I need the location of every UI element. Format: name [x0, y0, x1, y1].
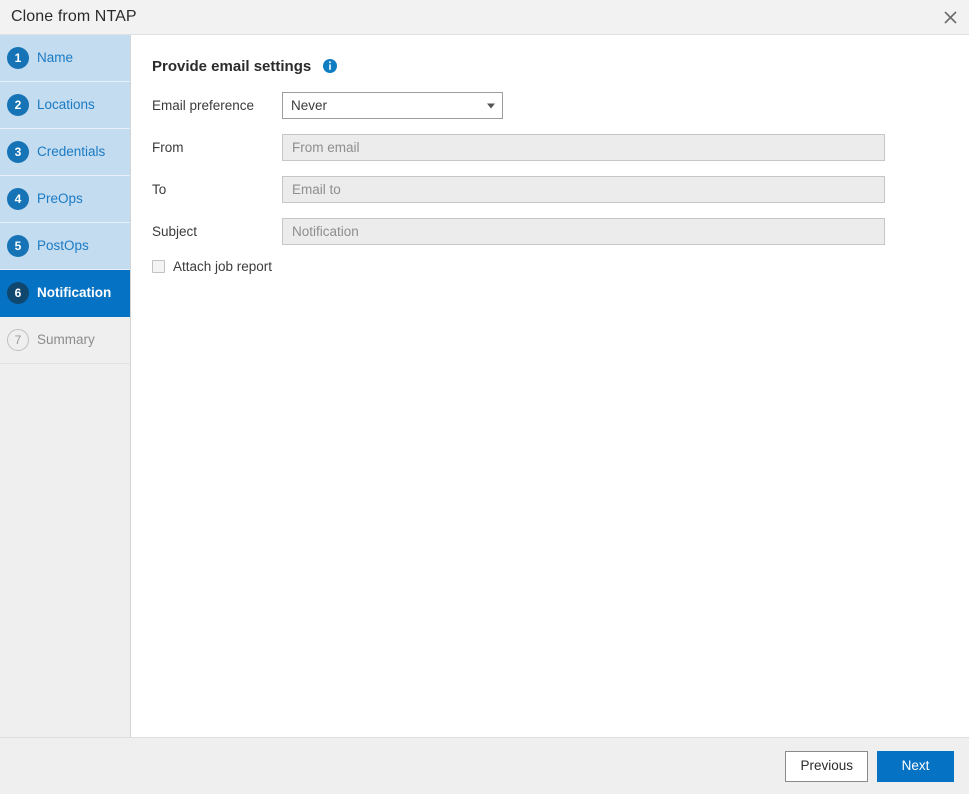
info-icon[interactable]	[323, 59, 337, 73]
step-label-credentials: Credentials	[37, 145, 105, 159]
to-row: To	[152, 176, 969, 203]
from-email-input[interactable]	[282, 134, 885, 161]
email-preference-select-wrap: Never Always On Failure On Warning or Fa…	[282, 92, 503, 119]
sidebar-filler	[0, 364, 130, 737]
attach-job-report-row[interactable]: Attach job report	[131, 260, 969, 274]
sidebar-item-credentials[interactable]: 3 Credentials	[0, 129, 130, 176]
attach-job-report-label: Attach job report	[173, 260, 272, 274]
sidebar-item-preops[interactable]: 4 PreOps	[0, 176, 130, 223]
step-label-preops: PreOps	[37, 192, 83, 206]
dialog-body: 1 Name 2 Locations 3 Credentials 4 PreOp…	[0, 35, 969, 737]
from-row: From	[152, 134, 969, 161]
sidebar-item-notification[interactable]: 6 Notification	[0, 270, 130, 317]
sidebar-item-postops[interactable]: 5 PostOps	[0, 223, 130, 270]
step-number-1: 1	[7, 47, 29, 69]
to-email-input[interactable]	[282, 176, 885, 203]
wizard-sidebar: 1 Name 2 Locations 3 Credentials 4 PreOp…	[0, 35, 131, 737]
subject-input[interactable]	[282, 218, 885, 245]
step-number-3: 3	[7, 141, 29, 163]
previous-button[interactable]: Previous	[785, 751, 868, 782]
page-title: Provide email settings	[152, 59, 311, 74]
dialog-titlebar: Clone from NTAP	[0, 0, 969, 35]
section-header: Provide email settings	[131, 55, 969, 77]
notification-settings-panel: Provide email settings Email preference …	[131, 35, 969, 737]
sidebar-item-summary: 7 Summary	[0, 317, 130, 364]
email-preference-row: Email preference Never Always On Failure…	[152, 92, 969, 119]
sidebar-item-locations[interactable]: 2 Locations	[0, 82, 130, 129]
email-preference-select[interactable]: Never Always On Failure On Warning or Fa…	[282, 92, 503, 119]
sidebar-item-name[interactable]: 1 Name	[0, 35, 130, 82]
attach-job-report-checkbox[interactable]	[152, 260, 165, 273]
subject-label: Subject	[152, 225, 282, 239]
dialog-footer: Previous Next	[0, 737, 969, 794]
step-number-5: 5	[7, 235, 29, 257]
step-number-2: 2	[7, 94, 29, 116]
next-button[interactable]: Next	[877, 751, 954, 782]
from-label: From	[152, 141, 282, 155]
email-preference-label: Email preference	[152, 99, 282, 113]
step-number-7: 7	[7, 329, 29, 351]
to-label: To	[152, 183, 282, 197]
step-label-locations: Locations	[37, 98, 95, 112]
subject-row: Subject	[152, 218, 969, 245]
clone-from-ntap-dialog: Clone from NTAP 1 Name 2 Locations 3 Cre…	[0, 0, 969, 794]
email-settings-form: Email preference Never Always On Failure…	[131, 92, 969, 245]
step-number-4: 4	[7, 188, 29, 210]
step-label-notification: Notification	[37, 286, 111, 300]
step-label-summary: Summary	[37, 333, 95, 347]
step-label-postops: PostOps	[37, 239, 89, 253]
step-number-6: 6	[7, 282, 29, 304]
close-icon[interactable]	[931, 0, 969, 34]
dialog-title: Clone from NTAP	[0, 9, 137, 25]
step-label-name: Name	[37, 51, 73, 65]
